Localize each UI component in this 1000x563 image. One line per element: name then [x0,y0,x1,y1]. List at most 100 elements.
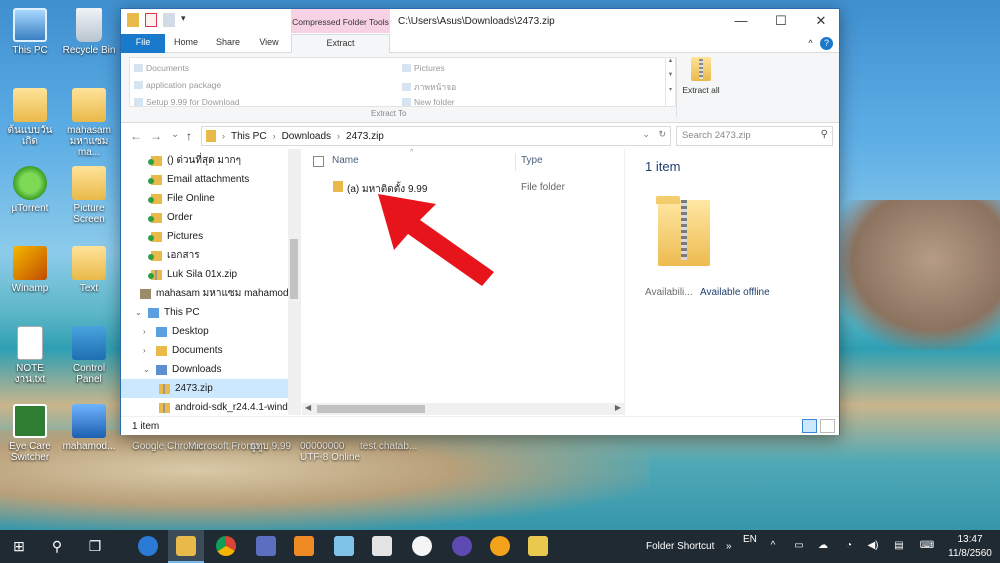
desktop-label-youtube[interactable]: ยูทูบ 9.99 [250,441,291,452]
breadcrumb-this-pc[interactable]: This PC [231,131,267,142]
recent-locations-button[interactable]: ⌄ [171,129,179,140]
scroll-left-icon[interactable]: ◀ [305,403,311,412]
gallery-scroll-up-icon[interactable]: ▲ [666,58,675,64]
expand-arrow-icon[interactable]: › [143,346,151,355]
nav-item-documents[interactable]: › Documents [121,341,289,360]
nav-item-file-online[interactable]: File Online [121,189,289,208]
desktop-icon-utorrent[interactable]: µTorrent [0,166,60,214]
extract-to-item[interactable]: Documents [134,63,189,73]
search-icon[interactable]: ⚲ [821,129,828,140]
calculator-icon[interactable] [372,536,392,556]
notepad-icon[interactable] [334,536,354,556]
minimize-button[interactable]: — [721,9,761,33]
tab-home[interactable]: Home [165,34,207,53]
extract-to-item[interactable]: application package [134,80,221,90]
details-view-button[interactable] [802,419,817,433]
folder-shortcut-toolbar[interactable]: Folder Shortcut [646,541,714,552]
address-dropdown-icon[interactable]: ⌄ [642,129,650,139]
nav-item-mahasam[interactable]: mahasam มหาแซม mahamodo... [121,284,300,303]
action-center-icon[interactable]: ▤ [892,540,906,552]
desktop-icon-this-pc[interactable]: This PC [0,8,60,56]
nav-item-desktop[interactable]: › Desktop [121,322,289,341]
column-header-name[interactable]: Name [332,155,359,166]
column-header-type[interactable]: Type [521,155,543,166]
chevron-right-icon[interactable]: › [222,131,225,141]
chevron-right-icon[interactable]: › [337,131,340,141]
collapse-arrow-icon[interactable]: ⌄ [135,308,143,317]
extract-to-item[interactable]: New folder [402,97,455,107]
desktop-icon-note[interactable]: NOTE งาน.txt [0,326,60,385]
onedrive-icon[interactable] [138,536,158,556]
nav-item-2473zip[interactable]: 2473.zip [121,379,289,398]
new-folder-icon[interactable] [163,13,175,27]
nav-item-order[interactable]: Order [121,208,289,227]
toolbar-expand-icon[interactable]: » [726,541,732,552]
address-bar[interactable]: › This PC › Downloads › 2473.zip ⌄ ↻ [201,126,671,146]
expand-arrow-icon[interactable]: › [143,327,151,336]
column-divider[interactable] [515,153,516,171]
up-button[interactable]: ↑ [186,129,192,143]
cloud-icon[interactable]: ☁ [816,540,830,552]
collapse-arrow-icon[interactable]: ⌄ [143,365,151,374]
chrome-icon[interactable] [216,536,236,556]
extract-to-item[interactable]: Pictures [402,63,445,73]
desktop-icon-winamp[interactable]: Winamp [0,246,60,294]
chevron-right-icon[interactable]: › [273,131,276,141]
select-all-checkbox[interactable] [313,156,324,167]
close-button[interactable]: ✕ [801,9,841,33]
extract-all-button[interactable]: Extract all [681,57,721,95]
desktop-icon-folder-birthday[interactable]: ต้นแบบวันเกิด [0,88,60,147]
nav-item-documents-th[interactable]: เอกสาร [121,246,289,265]
nav-item-pictures[interactable]: Pictures [121,227,289,246]
back-button[interactable]: ← [130,129,142,143]
desktop-icon-picture-screen[interactable]: Picture Screen [59,166,119,225]
collapse-ribbon-icon[interactable]: ^ [804,37,817,50]
language-indicator[interactable]: EN [743,534,757,545]
wifi-icon[interactable]: ◔ [842,540,856,552]
extract-to-item[interactable]: ภาพหน้าจอ [402,80,456,94]
large-icons-view-button[interactable] [820,419,835,433]
gallery-scrollbar[interactable]: ▲ ▼ ▾ [665,58,675,106]
search-input[interactable]: Search 2473.zip ⚲ [676,126,833,146]
scroll-right-icon[interactable]: ▶ [615,403,621,412]
refresh-icon[interactable]: ↻ [658,129,666,139]
tab-view[interactable]: View [249,34,289,53]
keyboard-icon[interactable]: ⌨ [918,540,936,552]
search-icon[interactable]: ⚲ [42,532,72,561]
nav-item-android-sdk[interactable]: android-sdk_r24.4.1-windows [121,398,300,415]
customize-qat-button[interactable]: ▾ [181,13,186,27]
app-icon[interactable] [256,536,276,556]
nav-scrollbar[interactable] [288,149,300,415]
maximize-button[interactable]: ☐ [761,9,801,33]
gallery-expand-icon[interactable]: ▾ [666,86,675,93]
breadcrumb-downloads[interactable]: Downloads [282,131,331,142]
desktop-icon-eye-care[interactable]: Eye Care Switcher [0,404,60,463]
nav-scroll-thumb[interactable] [290,239,298,299]
desktop-icon-text[interactable]: Text [59,246,119,294]
tab-extract[interactable]: Extract [291,34,390,54]
nav-item-this-pc[interactable]: ⌄ This PC [121,303,289,322]
nav-item-email-attachments[interactable]: Email attachments [121,170,289,189]
desktop-label-test[interactable]: test chatab... [360,441,417,452]
folder-icon[interactable] [528,536,548,556]
file-list-hscrollbar[interactable]: ◀ ▶ [302,403,624,415]
desktop-icon-mahasam[interactable]: mahasam มหาแซม ma... [59,88,119,158]
start-button[interactable]: ⊞ [4,532,34,561]
paint-icon[interactable] [412,536,432,556]
nav-item-urgent[interactable]: () ด่วนที่สุด มากๆ [121,151,289,170]
battery-icon[interactable]: ▭ [792,540,806,552]
nav-item-downloads[interactable]: ⌄ Downloads [121,360,289,379]
gallery-scroll-down-icon[interactable]: ▼ [666,72,675,78]
clock[interactable]: 13:47 11/8/2560 [946,533,994,561]
properties-icon[interactable] [145,13,157,27]
hscroll-thumb[interactable] [317,405,425,413]
extract-to-item[interactable]: Setup 9.99 for Download [134,97,240,107]
volume-icon[interactable]: ◀) [866,540,880,552]
app-icon[interactable] [452,536,472,556]
title-bar[interactable]: ▾ Compressed Folder Tools C:\Users\Asus\… [121,9,839,34]
photos-icon[interactable] [294,536,314,556]
breadcrumb-2473zip[interactable]: 2473.zip [346,131,384,142]
desktop-icon-control-panel[interactable]: Control Panel [59,326,119,385]
desktop-icon-recycle-bin[interactable]: Recycle Bin [59,8,119,56]
tab-file[interactable]: File [121,34,165,53]
